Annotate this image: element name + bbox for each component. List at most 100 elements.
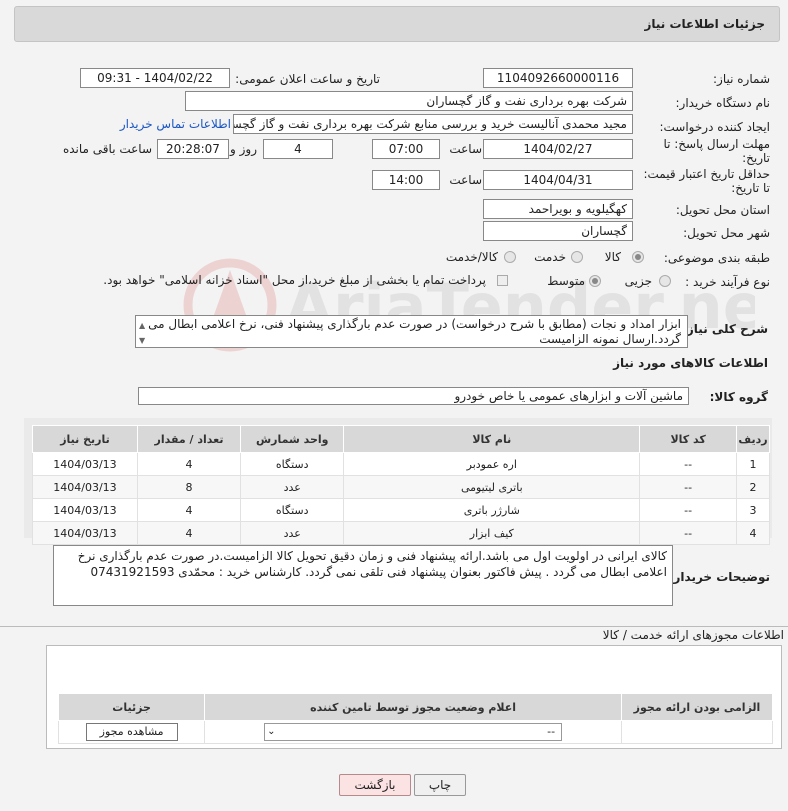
deadline-time-label: ساعت xyxy=(449,142,482,156)
licenses-divider xyxy=(0,626,788,627)
cell: عدد xyxy=(240,521,345,545)
process-label: نوع فرآیند خرید : xyxy=(685,275,770,289)
buyer-notes-textarea[interactable]: کالای ایرانی در اولویت اول می باشد.ارائه… xyxy=(53,545,673,606)
scroll-arrows-icon[interactable]: ▲ ▼ xyxy=(139,318,145,347)
buyer-org-label: نام دستگاه خریدار: xyxy=(675,96,771,110)
category-label: طبقه بندی موضوعی: xyxy=(663,251,770,265)
summary-label: شرح کلی نیاز: xyxy=(682,322,768,336)
cell: 4 xyxy=(136,521,242,545)
table-row: 1 -- اره عمودبر دستگاه 4 1404/03/13 xyxy=(32,452,770,476)
min-price-time-field: 14:00 xyxy=(372,170,440,190)
view-license-button[interactable]: مشاهده مجوز xyxy=(85,723,178,741)
license-status-value: -- xyxy=(547,725,556,738)
category-option-goods: کالا xyxy=(604,250,621,264)
cell: 1404/03/13 xyxy=(32,521,138,545)
cell: 8 xyxy=(136,475,242,499)
cell: -- xyxy=(639,521,738,545)
deadline-label: مهلت ارسال پاسخ: تا تاریخ: xyxy=(663,137,770,165)
cell: شارژر باتری xyxy=(343,498,641,522)
summary-textarea[interactable]: ابزار امداد و نجات (مطابق با شرح درخواست… xyxy=(135,315,688,348)
goods-table-header: ردیف کد کالا نام کالا واحد شمارش تعداد /… xyxy=(32,425,770,453)
days-field: 4 xyxy=(263,139,333,159)
col-qty: تعداد / مقدار xyxy=(136,425,242,453)
province-field: کهگیلویه و بویراحمد xyxy=(483,199,633,219)
cell: -- xyxy=(639,452,738,476)
licenses-section-title: اطلاعات مجوزهای ارائه خدمت / کالا xyxy=(602,628,784,642)
cell: 2 xyxy=(736,475,770,499)
contact-info-link[interactable]: اطلاعات تماس خریدار xyxy=(120,117,231,131)
licenses-table: الزامی بودن ارائه مجوز اعلام وضعیت مجوز … xyxy=(57,693,773,744)
col-row: ردیف xyxy=(736,425,770,453)
process-radio-medium[interactable] xyxy=(589,275,601,287)
back-button[interactable]: بازگشت xyxy=(339,774,411,796)
deadline-time-field: 07:00 xyxy=(372,139,440,159)
cell: عدد xyxy=(240,475,345,499)
requester-label: ایجاد کننده درخواست: xyxy=(659,120,770,134)
cell: کیف ابزار xyxy=(343,521,641,545)
announce-field: 1404/02/22 - 09:31 xyxy=(80,68,230,88)
need-number-label: شماره نیاز: xyxy=(713,72,770,86)
col-code: کد کالا xyxy=(639,425,738,453)
cell: 4 xyxy=(736,521,770,545)
remaining-label: ساعت باقی مانده xyxy=(62,142,152,156)
cell-license-status: -- ⌄ xyxy=(204,720,623,744)
goods-section-title: اطلاعات کالاهای مورد نیاز xyxy=(613,356,768,370)
process-option-medium: متوسط xyxy=(547,274,585,288)
cell-license-details: مشاهده مجوز xyxy=(57,720,206,744)
col-license-details: جزئیات xyxy=(57,693,206,721)
days-label: روز و xyxy=(230,142,257,156)
announce-label: تاریخ و ساعت اعلان عمومی: xyxy=(235,72,380,86)
table-row: 3 -- شارژر باتری دستگاه 4 1404/03/13 xyxy=(32,498,770,522)
chevron-down-icon: ⌄ xyxy=(267,726,276,737)
min-price-date-field: 1404/04/31 xyxy=(483,170,633,190)
process-radio-minor[interactable] xyxy=(659,275,671,287)
category-option-service: خدمت xyxy=(534,250,566,264)
payment-note: پرداخت تمام یا بخشی از مبلغ خرید،از محل … xyxy=(103,273,486,287)
col-unit: واحد شمارش xyxy=(240,425,345,453)
cell: دستگاه xyxy=(240,498,345,522)
cell: 4 xyxy=(136,498,242,522)
city-field: گچساران xyxy=(483,221,633,241)
category-radio-goods-service[interactable] xyxy=(504,251,516,263)
buyer-notes-line-2: اعلامی ابطال می گردد . پیش فاکتور بعنوان… xyxy=(90,565,668,579)
cell: 1404/03/13 xyxy=(32,452,138,476)
summary-line-2: گردد.ارسال نمونه الزامیست xyxy=(539,332,681,346)
goods-table: ردیف کد کالا نام کالا واحد شمارش تعداد /… xyxy=(32,425,770,545)
summary-line-1: ابزار امداد و نجات (مطابق با شرح درخواست… xyxy=(148,317,681,331)
category-radio-service[interactable] xyxy=(571,251,583,263)
buyer-notes-label: توضیحات خریدار: xyxy=(668,570,770,584)
cell: 4 xyxy=(136,452,242,476)
treasury-payment-checkbox[interactable] xyxy=(497,275,508,286)
col-name: نام کالا xyxy=(343,425,641,453)
buyer-notes-line-1: کالای ایرانی در اولویت اول می باشد.ارائه… xyxy=(77,549,667,563)
print-button[interactable]: چاپ xyxy=(414,774,466,796)
table-row: 4 -- کیف ابزار عدد 4 1404/03/13 xyxy=(32,521,770,545)
cell: 1404/03/13 xyxy=(32,475,138,499)
cell: 3 xyxy=(736,498,770,522)
license-status-select[interactable]: -- ⌄ xyxy=(264,723,563,741)
header-panel: جزئیات اطلاعات نیاز xyxy=(14,6,780,42)
col-license-status: اعلام وضعیت مجوز توسط تامین کننده xyxy=(204,693,623,721)
category-radio-goods[interactable] xyxy=(632,251,644,263)
cell: -- xyxy=(639,498,738,522)
buyer-org-field: شرکت بهره برداری نفت و گاز گچساران xyxy=(185,91,633,111)
licenses-table-header: الزامی بودن ارائه مجوز اعلام وضعیت مجوز … xyxy=(57,693,773,721)
col-license-required: الزامی بودن ارائه مجوز xyxy=(621,693,773,721)
cell: باتری لیتیومی xyxy=(343,475,641,499)
col-date: تاریخ نیاز xyxy=(32,425,138,453)
cell: -- xyxy=(639,475,738,499)
city-label: شهر محل تحویل: xyxy=(683,226,770,240)
page-title: جزئیات اطلاعات نیاز xyxy=(644,17,765,31)
cell: دستگاه xyxy=(240,452,345,476)
min-price-time-label: ساعت xyxy=(449,173,482,187)
cell: 1 xyxy=(736,452,770,476)
need-number-field: 1104092660000116 xyxy=(483,68,633,88)
table-row: -- ⌄ مشاهده مجوز xyxy=(57,720,773,744)
goods-group-label: گروه کالا: xyxy=(709,390,768,404)
province-label: استان محل تحویل: xyxy=(675,203,770,217)
table-row: 2 -- باتری لیتیومی عدد 8 1404/03/13 xyxy=(32,475,770,499)
cell: 1404/03/13 xyxy=(32,498,138,522)
requester-field: مجید محمدی آنالیست خرید و بررسی منابع شر… xyxy=(233,114,633,134)
process-option-minor: جزیی xyxy=(624,274,652,288)
cell: اره عمودبر xyxy=(343,452,641,476)
